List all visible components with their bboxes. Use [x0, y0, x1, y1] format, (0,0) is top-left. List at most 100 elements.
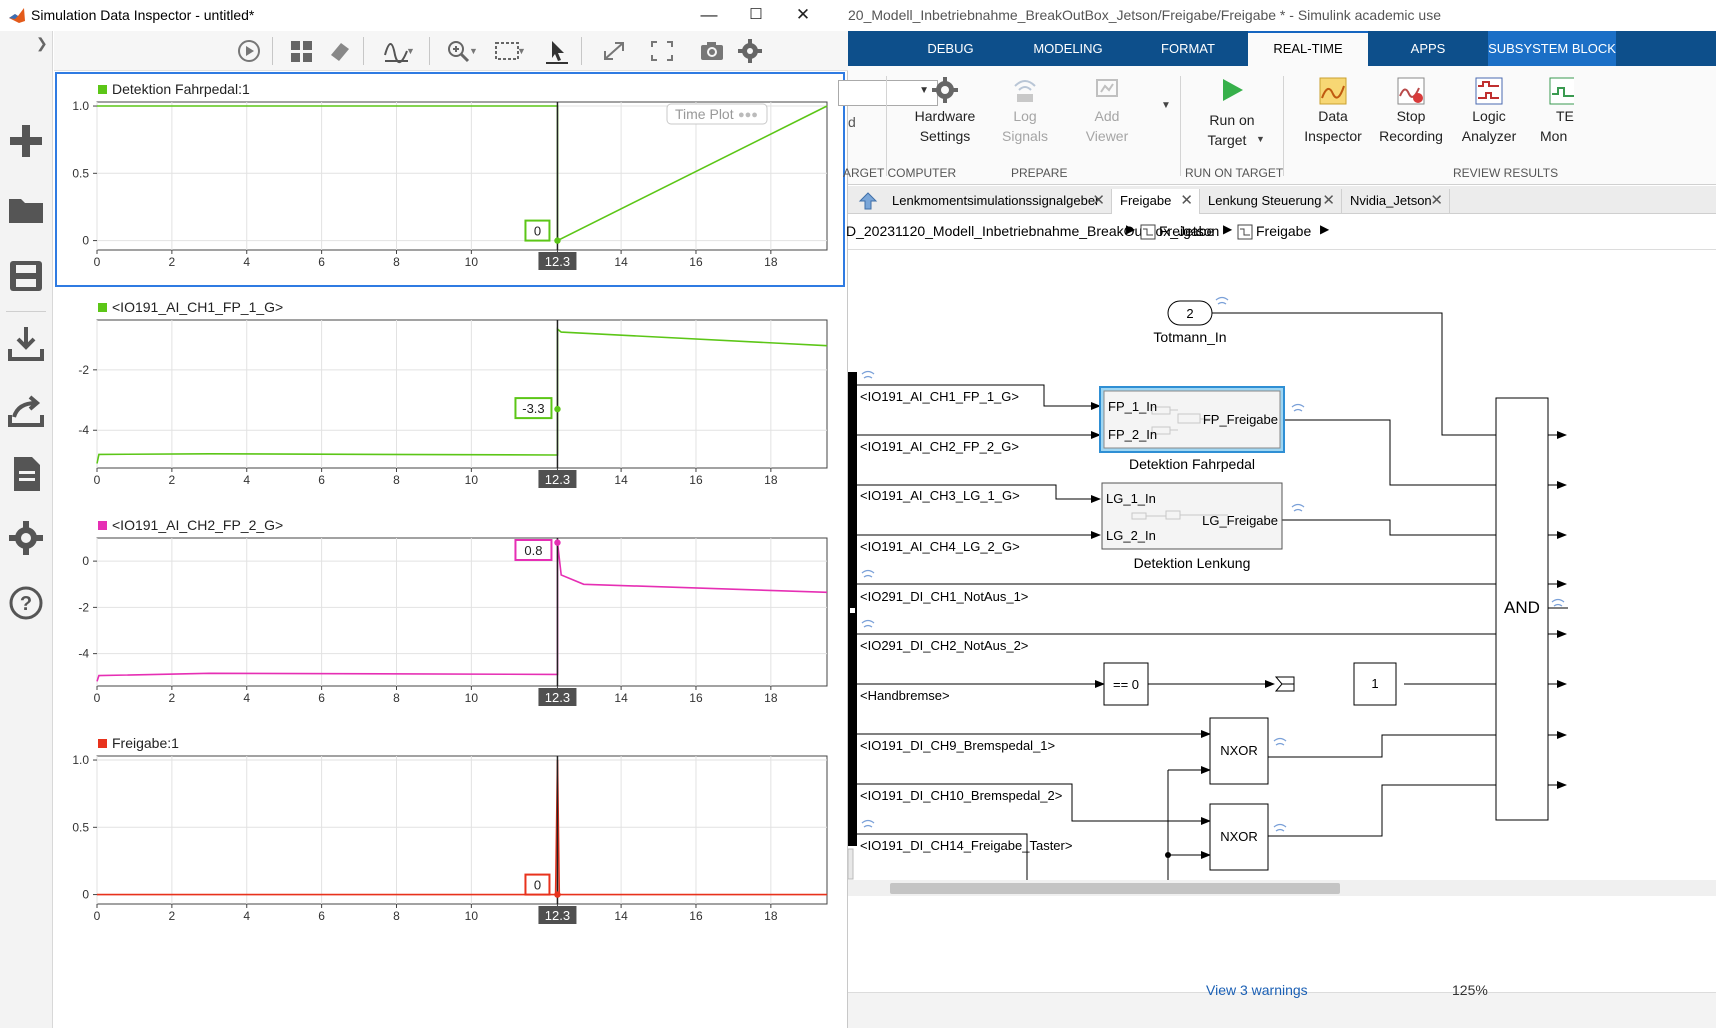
camera-icon[interactable]: [697, 37, 727, 65]
close-tab-icon[interactable]: ✕: [1322, 189, 1335, 213]
doc-tab-lenkung-steuerung[interactable]: Lenkung Steuerung ✕: [1200, 189, 1342, 214]
y-tick-label: 1.0: [72, 753, 89, 767]
doc-tab-nvidia-jetson[interactable]: Nvidia_Jetson ✕: [1342, 189, 1450, 214]
warnings-link[interactable]: View 3 warnings: [1206, 982, 1308, 998]
data-cursor-point: [554, 237, 561, 244]
subplot-3[interactable]: <IO191_AI_CH2_FP_2_G> 0 2 4 6 8 10 14 16 18 0 -2 -4 0…: [78, 517, 828, 706]
cursor-value-label: 0: [534, 878, 541, 893]
layout-grid-icon[interactable]: [287, 37, 317, 65]
maximize-button[interactable]: ☐: [733, 0, 779, 31]
help-icon[interactable]: ?: [4, 581, 48, 625]
breadcrumb-freigabe-1[interactable]: Freigabe: [1159, 223, 1214, 239]
y-tick-label: 0.5: [72, 820, 89, 834]
te-monitor-button[interactable]: TE Mon: [1534, 72, 1574, 160]
y-tick-label: 0: [82, 888, 89, 902]
export-icon[interactable]: [4, 387, 48, 431]
expand-icon[interactable]: [599, 37, 629, 65]
axes-box[interactable]: [96, 537, 828, 687]
fullscreen-icon[interactable]: [647, 37, 677, 65]
x-tick-label: 8: [393, 691, 400, 705]
tab-subsystem-block[interactable]: SUBSYSTEM BLOCK: [1488, 31, 1616, 66]
axes-box[interactable]: [96, 755, 828, 905]
tab-modeling[interactable]: MODELING: [1008, 31, 1128, 66]
inport-name: Totmann_In: [1153, 329, 1226, 345]
prepare-more-icon[interactable]: ▼: [1156, 96, 1176, 116]
cursor-value-label: -3.3: [522, 401, 544, 416]
up-arrow-icon[interactable]: [858, 191, 878, 211]
x-tick-label: 18: [764, 473, 778, 487]
cursor-value-label: 0: [534, 224, 541, 239]
doc-tab-lenkmoment[interactable]: Lenkmomentsimulationssignalgeber ✕: [884, 189, 1112, 214]
replay-icon[interactable]: [234, 37, 264, 65]
dropdown-arrow-icon[interactable]: ▼: [406, 37, 420, 65]
breadcrumb-freigabe-2[interactable]: Freigabe: [1256, 223, 1311, 239]
matlab-logo-icon: [9, 8, 25, 23]
add-viewer-button[interactable]: Add Viewer: [1070, 72, 1144, 160]
lg-out-port: LG_Freigabe: [1202, 513, 1278, 528]
x-tick-label: 2: [169, 473, 176, 487]
axes-box[interactable]: [96, 319, 828, 469]
close-button[interactable]: ✕: [780, 0, 826, 31]
settings-gear-icon[interactable]: [4, 516, 48, 560]
tab-format[interactable]: FORMAT: [1128, 31, 1248, 66]
simulink-title-bar: 20_Modell_Inbetriebnahme_BreakOutBox_Jet…: [848, 0, 1716, 31]
x-tick-label: 14: [614, 691, 628, 705]
subsystem-icon: [1237, 224, 1253, 240]
nxor-label-1: NXOR: [1220, 743, 1258, 758]
log-signals-button[interactable]: Log Signals: [988, 72, 1062, 160]
more-options-icon[interactable]: ●●●: [738, 109, 758, 121]
fit-dropdown-icon[interactable]: ▼: [517, 37, 531, 65]
save-icon[interactable]: [4, 253, 48, 297]
minimize-button[interactable]: —: [686, 0, 732, 31]
tab-debug[interactable]: DEBUG: [893, 31, 1008, 66]
import-icon[interactable]: [4, 321, 48, 365]
fp-out-port: FP_Freigabe: [1203, 412, 1278, 427]
hardware-settings-label-2: Settings: [919, 128, 971, 144]
section-target-computer: ARGET COMPUTER: [843, 166, 957, 180]
plot-settings-gear-icon[interactable]: [735, 37, 765, 65]
x-tick-label: 16: [689, 255, 703, 269]
data-inspector-icon: [1319, 77, 1347, 105]
close-tab-icon[interactable]: ✕: [1092, 189, 1105, 213]
signal-label-bremspedal2: <IO191_DI_CH10_Bremspedal_2>: [860, 788, 1062, 803]
tab-real-time[interactable]: REAL-TIME: [1248, 31, 1368, 66]
data-inspector-button[interactable]: Data Inspector: [1294, 72, 1372, 160]
new-session-icon[interactable]: [4, 119, 48, 163]
x-tick-label: 2: [169, 691, 176, 705]
zoom-level: 125%: [1452, 982, 1488, 998]
report-icon[interactable]: [4, 451, 48, 495]
x-tick-label: 18: [764, 255, 778, 269]
section-prepare: PREPARE: [1011, 166, 1068, 180]
sidebar-expand-icon[interactable]: ❯: [36, 35, 48, 52]
fp-in1-port: FP_1_In: [1108, 399, 1157, 414]
eraser-icon[interactable]: [325, 37, 355, 65]
legend-swatch: [98, 85, 107, 94]
stop-recording-button[interactable]: Stop Recording: [1372, 72, 1450, 160]
signal-label-ch1-fp1: <IO191_AI_CH1_FP_1_G>: [860, 389, 1019, 404]
zoom-dropdown-icon[interactable]: ▼: [469, 37, 483, 65]
tab-apps[interactable]: APPS: [1368, 31, 1488, 66]
run-on-target-label-2: Target: [1207, 132, 1247, 148]
document-tabs: Lenkmomentsimulationssignalgeber ✕ Freiga…: [848, 186, 1716, 214]
close-tab-icon[interactable]: ✕: [1180, 189, 1193, 213]
ribbon-tabs: DEBUG MODELING FORMAT REAL-TIME APPS SUB…: [848, 31, 1716, 66]
logic-analyzer-button[interactable]: Logic Analyzer: [1450, 72, 1528, 160]
run-on-target-button[interactable]: Run on Target ▼: [1190, 72, 1274, 160]
doc-tab-freigabe[interactable]: Freigabe ✕: [1112, 189, 1200, 214]
open-folder-icon[interactable]: [4, 187, 48, 231]
x-tick-label: 6: [318, 255, 325, 269]
cursor-select-icon[interactable]: [542, 37, 572, 65]
subplot-4[interactable]: Freigabe:10 2 4 6 8 10 14 16 181.00.50012.3: [72, 735, 828, 924]
subplot-1[interactable]: Detektion Fahrpedal:1 0 2 4 6 8 10 14 16 18 1.0 0.5…: [55, 72, 845, 287]
log-signals-label-1: Log: [1013, 108, 1037, 124]
chevron-down-icon: ▼: [1256, 134, 1265, 144]
legend-swatch: [98, 521, 107, 530]
legend-swatch: [98, 303, 107, 312]
plot-area: Detektion Fahrpedal:1 0 2 4 6 8 10 14 16 18 1.0 0.5…: [55, 72, 847, 1028]
hardware-settings-button[interactable]: Hardware Settings: [898, 72, 992, 160]
horizontal-scrollbar-thumb[interactable]: [890, 883, 1340, 894]
close-tab-icon[interactable]: ✕: [1430, 189, 1443, 213]
subplot-2[interactable]: <IO191_AI_CH1_FP_1_G> 0 2 4 6 8 10 14 16 18 -2 -4 -3…: [78, 299, 828, 488]
x-tick-label: 6: [318, 691, 325, 705]
x-tick-label: 14: [614, 473, 628, 487]
